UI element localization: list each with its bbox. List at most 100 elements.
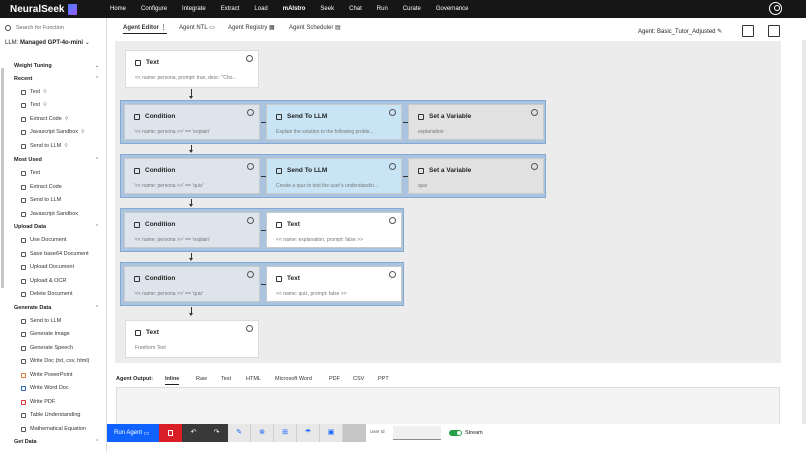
output-tab-html[interactable]: HTML xyxy=(246,376,261,382)
debug-button[interactable]: ☂ xyxy=(297,424,320,442)
most-used-item-javascript-sandbox[interactable]: Javascript Sandbox xyxy=(21,211,78,217)
recent-item-javascript-sandbox[interactable]: Javascript Sandbox ⚲ xyxy=(21,129,85,135)
agent-flow-canvas[interactable]: Text << name: persona, prompt: true, des… xyxy=(115,41,781,363)
llm-selector[interactable]: LLM: Managed GPT-4o-mini ⌄ xyxy=(5,39,90,46)
recent-item-text[interactable]: Text ⚲ xyxy=(21,89,47,95)
chevron-up-icon[interactable]: ⌃ xyxy=(95,224,99,230)
recent-item-send-to-llm[interactable]: Send to LLM ⚲ xyxy=(21,143,68,149)
upload-item-upload-ocr[interactable]: Upload & OCR xyxy=(21,278,66,284)
nav-maistro[interactable]: mAIstro xyxy=(283,6,306,12)
chevron-up-icon[interactable]: ⌃ xyxy=(95,76,99,82)
chevron-up-icon[interactable]: ⌃ xyxy=(95,305,99,311)
generate-item-mathematical-equation[interactable]: Mathematical Equation xyxy=(21,426,86,432)
chevron-up-icon[interactable]: ⌃ xyxy=(95,157,99,163)
chevron-down-icon[interactable]: ⌄ xyxy=(95,63,99,69)
flow-node-set-variable[interactable]: Set a Variable explanation xyxy=(408,104,544,140)
delete-button[interactable] xyxy=(159,424,182,442)
save-button[interactable]: ▣ xyxy=(320,424,343,442)
nav-governance[interactable]: Governance xyxy=(436,6,469,12)
nav-extract[interactable]: Extract xyxy=(221,6,240,12)
flow-node-text[interactable]: Text << name: explanation, prompt: false… xyxy=(266,212,402,248)
run-agent-button[interactable]: Run Agent ▭ xyxy=(107,424,159,442)
flow-node-text[interactable]: Text << name: persona, prompt: true, des… xyxy=(125,50,259,88)
most-used-item-text[interactable]: Text xyxy=(21,170,40,176)
gear-icon[interactable] xyxy=(389,271,396,278)
output-tab-raw[interactable]: Raw xyxy=(196,376,207,382)
upload-item-use-document[interactable]: Use Document xyxy=(21,237,66,243)
agent-output-area[interactable] xyxy=(116,387,780,425)
pin-icon[interactable]: ⚲ xyxy=(43,89,47,95)
tab-agent-ntl[interactable]: Agent NTL ▭ xyxy=(179,24,215,31)
nav-load[interactable]: Load xyxy=(254,6,267,12)
gear-icon[interactable] xyxy=(246,325,253,332)
upload-item-delete-document[interactable]: Delete Document xyxy=(21,291,73,297)
function-search-input[interactable]: Search for Function xyxy=(5,22,102,33)
gear-icon[interactable] xyxy=(531,163,538,170)
nav-home[interactable]: Home xyxy=(110,6,126,12)
tab-agent-scheduler[interactable]: Agent Scheduler ▤ xyxy=(289,24,341,31)
pin-icon[interactable]: ⚲ xyxy=(64,143,68,149)
sidebar-scrollbar[interactable] xyxy=(1,58,5,452)
flow-node-condition[interactable]: Condition '<< name: persona >>' == 'quiz… xyxy=(124,158,260,194)
output-tab-text[interactable]: Text xyxy=(221,376,231,382)
flow-node-send-to-llm[interactable]: Send To LLM Create a quiz to test the us… xyxy=(266,158,402,194)
nav-integrate[interactable]: Integrate xyxy=(182,6,206,12)
nav-seek[interactable]: Seek xyxy=(320,6,334,12)
generate-item-write-doc[interactable]: Write Doc (txt, csv, html) xyxy=(21,358,89,364)
upload-item-upload-document[interactable]: Upload Document xyxy=(21,264,74,270)
nav-configure[interactable]: Configure xyxy=(141,6,167,12)
section-upload-data[interactable]: Upload Data xyxy=(14,224,46,230)
brand[interactable]: NeuralSeek xyxy=(10,3,110,15)
flow-node-send-to-llm[interactable]: Send To LLM Explain the solution to the … xyxy=(266,104,402,140)
generate-item-send-to-llm[interactable]: Send to LLM xyxy=(21,318,61,324)
gear-icon[interactable] xyxy=(247,217,254,224)
section-generate-data[interactable]: Generate Data xyxy=(14,305,51,311)
gear-icon[interactable] xyxy=(247,271,254,278)
generate-item-write-pdf[interactable]: Write PDF xyxy=(21,399,55,405)
flow-node-set-variable[interactable]: Set a Variable quiz xyxy=(408,158,544,194)
flow-node-condition[interactable]: Condition '<< name: persona >>' == 'expl… xyxy=(124,212,260,248)
flow-node-condition[interactable]: Condition '<< name: persona >>' == 'quiz… xyxy=(124,266,260,302)
edit-icon[interactable]: ✎ xyxy=(717,29,722,35)
output-tab-ppt[interactable]: PPT xyxy=(378,376,389,382)
link-tool-button[interactable]: ⊗ xyxy=(251,424,274,442)
copy-button[interactable] xyxy=(343,424,366,442)
flow-node-text[interactable]: Text << name: quiz, prompt: false >> xyxy=(266,266,402,302)
generate-item-table-understanding[interactable]: Table Understanding xyxy=(21,412,80,418)
output-tab-csv[interactable]: CSV xyxy=(353,376,364,382)
generate-item-write-word-doc[interactable]: Write Word Doc xyxy=(21,385,69,391)
gear-icon[interactable] xyxy=(389,163,396,170)
flow-view-icon[interactable] xyxy=(742,25,754,37)
section-most-used[interactable]: Most Used xyxy=(14,157,42,163)
gear-icon[interactable] xyxy=(247,163,254,170)
edit-tool-button[interactable]: ✎ xyxy=(228,424,251,442)
upload-item-save-base64[interactable]: Save base64 Document xyxy=(21,251,89,257)
gear-icon[interactable] xyxy=(246,55,253,62)
section-weight-tuning[interactable]: Weight Tuning xyxy=(14,63,52,69)
section-recent[interactable]: Recent xyxy=(14,76,32,82)
nav-run[interactable]: Run xyxy=(377,6,388,12)
tab-agent-registry[interactable]: Agent Registry ▦ xyxy=(228,24,275,31)
gear-icon[interactable] xyxy=(531,109,538,116)
pin-icon[interactable]: ⚲ xyxy=(43,102,47,108)
most-used-item-extract-code[interactable]: Extract Code xyxy=(21,184,62,190)
chevron-up-icon[interactable]: ⌃ xyxy=(95,439,99,445)
undo-button[interactable]: ↶ xyxy=(182,424,205,442)
recent-item-text[interactable]: Text ⚲ xyxy=(21,102,47,108)
tab-agent-editor[interactable]: Agent Editor ⋮ xyxy=(123,24,167,34)
nav-curate[interactable]: Curate xyxy=(403,6,421,12)
stream-toggle[interactable] xyxy=(449,430,462,436)
generate-item-generate-image[interactable]: Generate Image xyxy=(21,331,70,337)
output-tab-inline[interactable]: Inline xyxy=(165,376,180,385)
gear-icon[interactable] xyxy=(389,109,396,116)
recent-item-extract-code[interactable]: Extract Code ⚲ xyxy=(21,116,68,122)
flow-node-text[interactable]: Text Freeform Text xyxy=(125,320,259,358)
flow-node-condition[interactable]: Condition '<< name: persona >>' == 'expl… xyxy=(124,104,260,140)
output-tab-word[interactable]: Microsoft Word xyxy=(275,376,312,382)
gear-icon[interactable] xyxy=(247,109,254,116)
nav-chat[interactable]: Chat xyxy=(349,6,362,12)
most-used-item-send-to-llm[interactable]: Send to LLM xyxy=(21,197,61,203)
redo-button[interactable]: ↷ xyxy=(205,424,228,442)
layout-tool-button[interactable]: ⊞ xyxy=(274,424,297,442)
generate-item-write-powerpoint[interactable]: Write PowerPoint xyxy=(21,372,72,378)
